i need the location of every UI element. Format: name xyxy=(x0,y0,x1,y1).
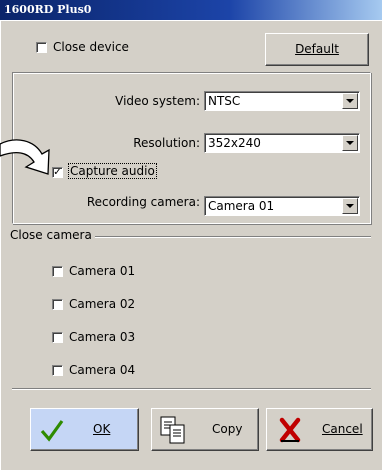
red-x-icon xyxy=(279,417,301,443)
ok-label-wrap: OK xyxy=(93,422,110,436)
checkmark-icon xyxy=(40,420,64,442)
camera-02-checkbox[interactable] xyxy=(52,299,63,310)
ok-button-label: OK xyxy=(93,422,111,436)
video-system-label: Video system: xyxy=(115,94,200,108)
close-camera-group-label: Close camera xyxy=(10,228,95,242)
close-device-checkbox[interactable] xyxy=(36,42,47,53)
resolution-value: 352x240 xyxy=(208,136,261,150)
copy-button[interactable]: Copy xyxy=(151,408,259,451)
copy-button-label: Copy xyxy=(212,422,243,436)
resolution-label: Resolution: xyxy=(133,136,200,150)
curved-arrow-icon xyxy=(0,139,50,175)
video-system-value: NTSC xyxy=(208,94,241,108)
close-camera-group: Close camera xyxy=(10,228,371,390)
camera-03-label: Camera 03 xyxy=(69,330,136,344)
chevron-down-icon[interactable] xyxy=(342,135,358,151)
cancel-label-wrap: Cancel xyxy=(322,422,363,436)
video-system-select[interactable]: NTSC xyxy=(204,91,360,111)
cancel-button[interactable]: Cancel xyxy=(266,408,373,451)
group-divider-bottom xyxy=(12,388,371,390)
camera-02-label: Camera 02 xyxy=(69,297,136,311)
default-button[interactable]: Default xyxy=(265,33,369,66)
copy-pages-icon xyxy=(160,416,185,444)
camera-01-label: Camera 01 xyxy=(69,264,136,278)
resolution-select[interactable]: 352x240 xyxy=(204,133,360,153)
recording-camera-value: Camera 01 xyxy=(208,199,275,213)
recording-camera-select[interactable]: Camera 01 xyxy=(204,196,360,216)
camera-04-label: Camera 04 xyxy=(69,363,136,377)
camera-04-checkbox[interactable] xyxy=(52,365,63,376)
ok-button[interactable]: OK xyxy=(30,408,139,451)
close-device-label: Close device xyxy=(53,40,129,54)
camera-01-checkbox[interactable] xyxy=(52,266,63,277)
capture-audio-label: Capture audio xyxy=(68,163,157,179)
copy-label-wrap: Copy xyxy=(212,422,242,436)
cancel-button-label: Cancel xyxy=(322,422,363,436)
window-title-bar: 1600RD Plus0 xyxy=(0,0,382,20)
capture-audio-label-wrap: Capture audio xyxy=(68,163,157,179)
recording-camera-label: Recording camera: xyxy=(86,195,200,209)
camera-03-checkbox[interactable] xyxy=(52,332,63,343)
window-title: 1600RD Plus0 xyxy=(4,3,92,16)
chevron-down-icon[interactable] xyxy=(342,93,358,109)
default-button-label: Default xyxy=(295,42,339,56)
chevron-down-icon[interactable] xyxy=(342,198,358,214)
